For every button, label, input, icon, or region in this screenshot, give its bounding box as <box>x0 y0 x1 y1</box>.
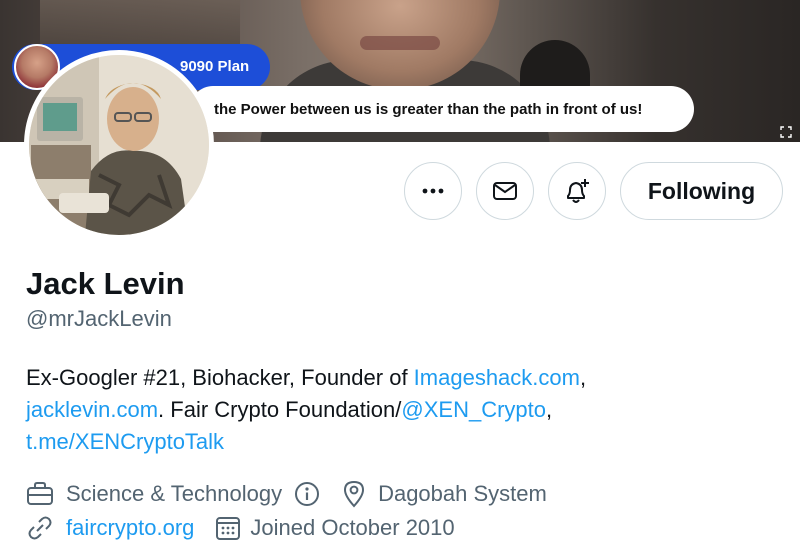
following-label: Following <box>647 177 756 204</box>
profile-avatar[interactable] <box>24 50 214 240</box>
expand-icon[interactable] <box>780 126 792 138</box>
avatar-photo <box>29 55 209 235</box>
banner-quote: the Power between us is greater than the… <box>190 86 694 132</box>
profile-meta-row-1: Science & Technology Dagobah System <box>26 480 547 508</box>
bio-text: , <box>579 365 587 390</box>
profile-location: Dagobah System <box>378 481 547 506</box>
location-pin-icon <box>344 480 365 508</box>
notifications-button[interactable] <box>548 162 606 220</box>
profile-category: Science & Technology <box>66 481 283 506</box>
briefcase-icon <box>27 482 53 505</box>
bio-text: . Fair Crypto Foundation/ <box>158 397 402 422</box>
profile-joined: Joined October 2010 <box>250 515 455 540</box>
link-icon <box>28 516 52 540</box>
bio-link-telegram[interactable]: t.me/XENCryptoTalk <box>26 429 224 454</box>
more-horizontal-icon <box>422 188 444 194</box>
profile-name: Jack Levin <box>26 266 185 301</box>
bell-plus-icon <box>567 179 589 203</box>
profile-website-link[interactable]: faircrypto.org <box>66 515 194 541</box>
banner-quote-text: the Power between us is greater than the… <box>214 100 643 118</box>
banner-person-mouth <box>360 36 440 50</box>
bio-text: Ex-Googler #21, Biohacker, Founder of <box>26 365 414 390</box>
more-button[interactable] <box>404 162 462 220</box>
profile-handle: @mrJackLevin <box>26 306 172 331</box>
bio-link-jacklevin[interactable]: jacklevin.com <box>26 397 158 422</box>
message-button[interactable] <box>476 162 534 220</box>
bio-link-imageshack[interactable]: Imageshack.com <box>414 365 580 390</box>
envelope-icon <box>493 182 517 200</box>
bio-link-xen-crypto[interactable]: @XEN_Crypto <box>401 397 546 422</box>
bio-text: , <box>546 397 553 422</box>
following-button[interactable]: Following <box>620 162 783 220</box>
calendar-icon <box>216 517 241 540</box>
info-icon[interactable] <box>294 481 320 507</box>
profile-meta-row-2: faircrypto.org Joined October 2010 <box>26 514 455 542</box>
profile-bio: Ex-Googler #21, Biohacker, Founder of Im… <box>26 362 766 458</box>
plan-label: 9090 Plan <box>180 58 250 75</box>
